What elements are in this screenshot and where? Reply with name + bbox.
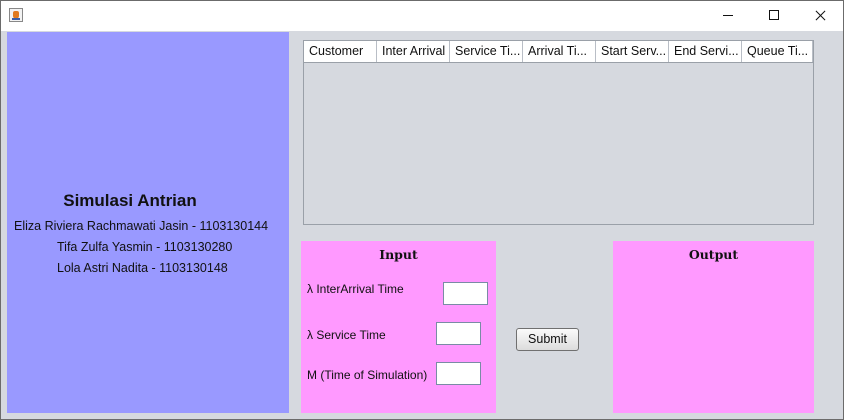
table-header: Customer Inter Arrival Service Ti... Arr… — [304, 41, 813, 63]
column-header-start-service[interactable]: Start Serv... — [596, 41, 669, 62]
maximize-button[interactable] — [751, 1, 797, 31]
column-header-customer[interactable]: Customer — [304, 41, 377, 62]
column-header-arrival-time[interactable]: Arrival Ti... — [523, 41, 596, 62]
team-member: Lola Astri Nadita - 1103130148 — [57, 261, 228, 275]
input-panel: Input λ InterArrival Time λ Service Time… — [301, 241, 496, 413]
java-cup-icon — [9, 8, 23, 22]
simulation-time-label: M (Time of Simulation) — [307, 368, 428, 382]
application-window: Simulasi Antrian Eliza Riviera Rachmawat… — [0, 0, 844, 420]
service-time-label: λ Service Time — [307, 328, 386, 342]
column-header-service-time[interactable]: Service Ti... — [450, 41, 523, 62]
close-button[interactable] — [797, 1, 843, 31]
input-panel-title: Input — [379, 247, 418, 262]
service-time-input[interactable] — [436, 322, 481, 345]
team-member: Tifa Zulfa Yasmin - 1103130280 — [57, 240, 233, 254]
column-header-inter-arrival[interactable]: Inter Arrival — [377, 41, 450, 62]
column-header-end-service[interactable]: End Servi... — [669, 41, 742, 62]
title-bar — [1, 1, 843, 31]
team-member: Eliza Riviera Rachmawati Jasin - 1103130… — [14, 219, 269, 233]
output-panel-title: Output — [688, 247, 739, 262]
submit-button[interactable]: Submit — [516, 328, 579, 351]
interarrival-time-input[interactable] — [443, 282, 488, 305]
info-panel: Simulasi Antrian Eliza Riviera Rachmawat… — [7, 32, 289, 413]
minimize-button[interactable] — [705, 1, 751, 31]
output-panel: Output — [613, 241, 814, 413]
simulation-table[interactable]: Customer Inter Arrival Service Ti... Arr… — [303, 40, 814, 225]
interarrival-time-label: λ InterArrival Time — [307, 282, 404, 296]
column-header-queue-time[interactable]: Queue Ti... — [742, 41, 813, 62]
simulation-time-input[interactable] — [436, 362, 481, 385]
app-title: Simulasi Antrian — [63, 191, 197, 210]
